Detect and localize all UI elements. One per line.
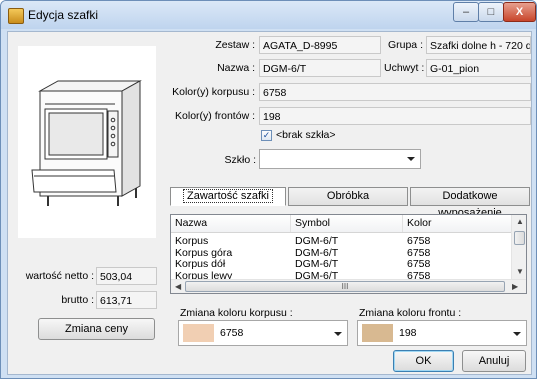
uchwyt-label: Uchwyt : xyxy=(384,62,425,74)
maximize-button[interactable]: □ xyxy=(478,2,504,22)
horizontal-scrollbar[interactable]: ◀ III ▶ xyxy=(171,279,526,293)
change-price-button[interactable]: Zmiana ceny xyxy=(38,318,155,340)
uchwyt-field: G-01_pion xyxy=(426,59,531,77)
front-color-swatch xyxy=(362,324,393,342)
table-cell: DGM-6/T xyxy=(295,258,339,270)
front-color-value: 198 xyxy=(399,327,417,339)
front-colors-label: Kolor(y) frontów : xyxy=(175,110,255,122)
tab-processing-label: Obróbka xyxy=(326,190,370,202)
cabinet-preview-image xyxy=(18,46,156,238)
column-header-name[interactable]: Nazwa xyxy=(171,215,291,232)
column-header-symbol[interactable]: Symbol xyxy=(291,215,403,232)
korpus-colors-field: 6758 xyxy=(259,83,531,101)
zestaw-field: AGATA_D-8995 xyxy=(259,36,381,54)
dialog-window: Edycja szafki – □ X Zestaw: AGATA_D-899… xyxy=(0,0,537,379)
front-colors-field: 198 xyxy=(259,107,531,125)
title-bar[interactable]: Edycja szafki – □ X xyxy=(1,1,536,29)
table-row[interactable]: Korpus DGM-6/T 6758 xyxy=(171,236,514,247)
chevron-down-icon xyxy=(407,157,415,161)
cancel-button[interactable]: Anuluj xyxy=(462,350,526,372)
gross-value-field: 613,71 xyxy=(96,291,157,309)
glass-label: Szkło : xyxy=(224,154,256,166)
no-glass-checkbox[interactable]: ✓ xyxy=(261,130,272,141)
horizontal-scroll-thumb[interactable]: III xyxy=(185,281,505,292)
chevron-down-icon xyxy=(334,332,342,336)
vertical-scroll-thumb[interactable] xyxy=(514,231,525,245)
grupa-field: Szafki dolne h - 720 do u xyxy=(426,36,531,54)
nazwa-field: DGM-6/T xyxy=(259,59,381,77)
table-cell: DGM-6/T xyxy=(295,235,339,247)
tab-processing[interactable]: Obróbka xyxy=(288,187,408,206)
tab-extra-equipment[interactable]: Dodatkowe wyposażenie xyxy=(410,187,530,219)
table-header: Nazwa Symbol Kolor xyxy=(171,215,514,233)
table-row[interactable]: Korpus dół DGM-6/T 6758 xyxy=(171,259,514,270)
nazwa-label: Nazwa : xyxy=(217,62,255,74)
minimize-button[interactable]: – xyxy=(453,2,479,22)
app-icon xyxy=(8,8,24,24)
chevron-down-icon xyxy=(513,332,521,336)
vertical-scrollbar[interactable]: ▲ ▼ xyxy=(511,215,526,279)
ok-button[interactable]: OK xyxy=(393,350,454,372)
korpus-color-swatch xyxy=(183,324,214,342)
table-cell: Korpus xyxy=(175,235,209,247)
korpus-color-change-label: Zmiana koloru korpusu : xyxy=(180,307,293,319)
front-color-select[interactable]: 198 xyxy=(357,320,527,346)
scroll-right-icon[interactable]: ▶ xyxy=(512,282,518,291)
glass-select[interactable] xyxy=(259,149,421,169)
table-cell: 6758 xyxy=(407,235,431,247)
table-cell: Korpus dół xyxy=(175,258,226,270)
grupa-label: Grupa : xyxy=(387,39,423,51)
scroll-left-icon[interactable]: ◀ xyxy=(175,282,181,291)
column-header-color[interactable]: Kolor xyxy=(403,215,514,232)
dialog-body: Zestaw : AGATA_D-8995 Grupa : Szafki dol… xyxy=(7,31,532,375)
korpus-colors-label: Kolor(y) korpusu : xyxy=(172,86,255,98)
net-value-label: wartość netto : xyxy=(25,270,94,282)
close-button[interactable]: X xyxy=(503,2,536,22)
tab-contents-label: Zawartość szafki xyxy=(183,189,273,203)
table-cell: 6758 xyxy=(407,258,431,270)
no-glass-label: <brak szkła> xyxy=(276,129,336,141)
scroll-down-icon[interactable]: ▼ xyxy=(516,267,524,276)
net-value-field: 503,04 xyxy=(96,267,157,285)
gross-value-label: brutto : xyxy=(61,294,94,306)
scroll-up-icon[interactable]: ▲ xyxy=(516,217,524,226)
contents-table: Nazwa Symbol Kolor Korpus DGM-6/T 6758 K… xyxy=(170,214,527,294)
zestaw-label: Zestaw : xyxy=(215,39,255,51)
window-title: Edycja szafki xyxy=(28,8,99,22)
front-color-change-label: Zmiana koloru frontu : xyxy=(359,307,462,319)
korpus-color-value: 6758 xyxy=(220,327,244,339)
korpus-color-select[interactable]: 6758 xyxy=(178,320,348,346)
tab-contents[interactable]: Zawartość szafki xyxy=(170,187,286,206)
